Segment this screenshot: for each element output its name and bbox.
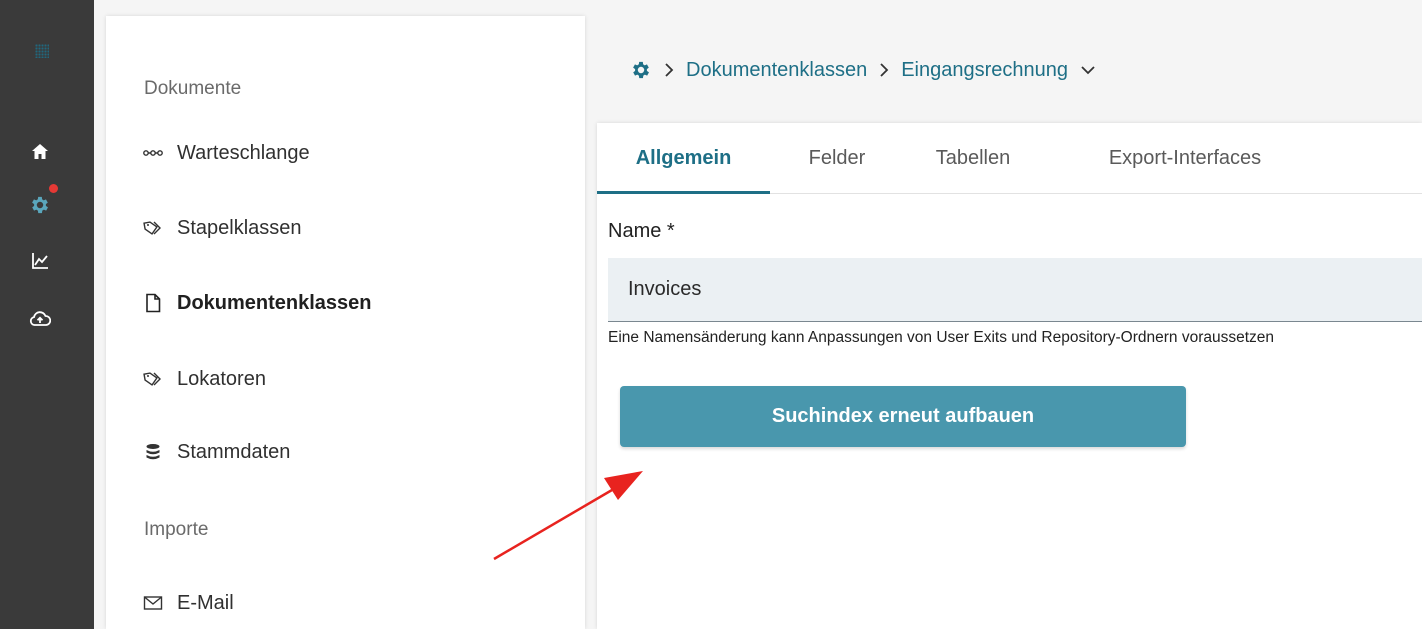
nav-item-warteschlange[interactable]: Warteschlange xyxy=(142,138,310,168)
tab-bar: Allgemein Felder Tabellen Export-Interfa… xyxy=(597,123,1422,194)
chevron-down-icon[interactable] xyxy=(1080,65,1096,75)
database-icon xyxy=(142,441,164,463)
tab-felder[interactable]: Felder xyxy=(782,123,892,193)
nav-item-label: Lokatoren xyxy=(177,367,266,390)
nav-item-dokumentenklassen[interactable]: Dokumentenklassen xyxy=(142,288,372,318)
home-icon[interactable] xyxy=(27,139,53,165)
nav-item-stammdaten[interactable]: Stammdaten xyxy=(142,437,290,467)
mail-icon xyxy=(142,592,164,614)
name-label: Name * xyxy=(608,220,675,242)
chevron-right-icon xyxy=(879,62,889,78)
app-rail xyxy=(0,0,94,629)
nav-item-label: Warteschlange xyxy=(177,141,310,164)
breadcrumb: Dokumentenklassen Eingangsrechnung xyxy=(630,54,1096,86)
nav-item-stapelklassen[interactable]: Stapelklassen xyxy=(142,213,302,243)
queue-icon xyxy=(142,142,164,164)
breadcrumb-current-eingangsrechnung[interactable]: Eingangsrechnung xyxy=(901,59,1068,82)
name-input[interactable] xyxy=(608,258,1422,322)
nav-section-documents: Dokumente xyxy=(144,78,242,99)
tab-allgemein[interactable]: Allgemein xyxy=(597,123,770,194)
notification-dot xyxy=(49,184,58,193)
settings-navigation: Dokumente Warteschlange Stapelklassen Do… xyxy=(106,16,585,629)
nav-item-label: E-Mail xyxy=(177,591,234,614)
breadcrumb-link-dokumentenklassen[interactable]: Dokumentenklassen xyxy=(686,59,867,82)
chart-icon[interactable] xyxy=(27,248,53,274)
nav-item-label: Stammdaten xyxy=(177,440,291,463)
rebuild-search-index-button[interactable]: Suchindex erneut aufbauen xyxy=(620,386,1186,447)
nav-item-label: Dokumentenklassen xyxy=(177,291,372,314)
document-icon xyxy=(142,292,164,314)
tab-tabellen[interactable]: Tabellen xyxy=(913,123,1033,193)
nav-item-email[interactable]: E-Mail xyxy=(142,588,234,618)
settings-icon[interactable] xyxy=(27,192,53,218)
tag-icon xyxy=(142,217,164,239)
tag-icon xyxy=(142,368,164,390)
settings-icon[interactable] xyxy=(630,59,652,81)
nav-item-lokatoren[interactable]: Lokatoren xyxy=(142,364,266,394)
tab-export-interfaces[interactable]: Export-Interfaces xyxy=(1075,123,1295,193)
cloud-upload-icon[interactable] xyxy=(27,306,53,332)
name-hint: Eine Namensänderung kann Anpassungen von… xyxy=(608,329,1275,346)
chevron-right-icon xyxy=(664,62,674,78)
nav-item-label: Stapelklassen xyxy=(177,216,302,239)
document-class-panel: Allgemein Felder Tabellen Export-Interfa… xyxy=(597,123,1422,629)
logo-icon xyxy=(35,44,49,58)
nav-section-imports: Importe xyxy=(144,519,209,540)
